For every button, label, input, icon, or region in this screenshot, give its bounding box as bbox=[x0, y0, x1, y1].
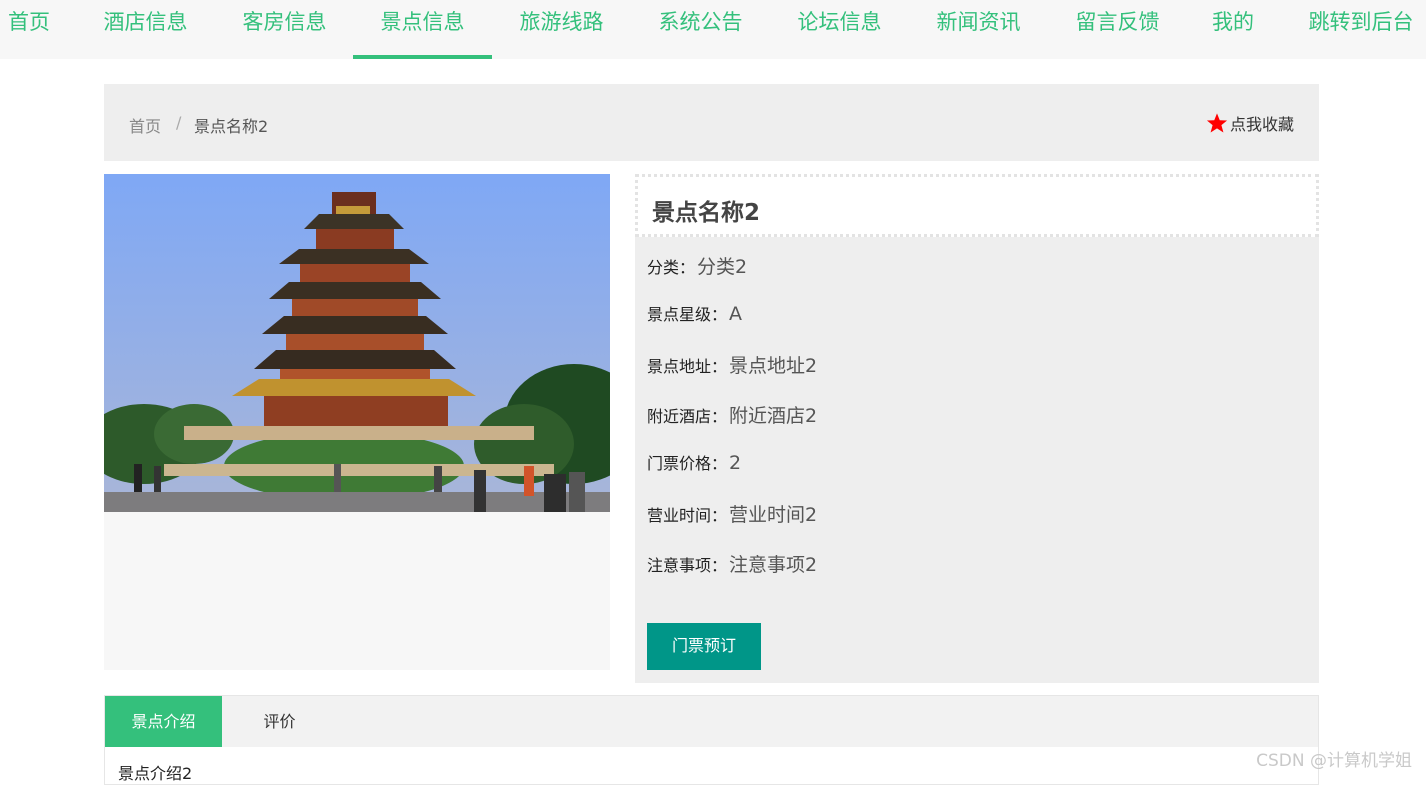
title-box: 景点名称2 bbox=[635, 174, 1319, 237]
field-value: 注意事项2 bbox=[729, 554, 818, 576]
favorite-button[interactable]: 点我收藏 bbox=[1206, 111, 1294, 135]
breadcrumb: 首页 / 景点名称2 点我收藏 bbox=[104, 84, 1319, 161]
breadcrumb-home[interactable]: 首页 bbox=[129, 113, 161, 137]
field-value: A bbox=[729, 303, 743, 325]
field-label: 景点星级： bbox=[647, 305, 728, 324]
field-value: 分类2 bbox=[697, 256, 748, 278]
breadcrumb-current: 景点名称2 bbox=[194, 117, 269, 136]
nav-item-backend[interactable]: 跳转到后台 bbox=[1296, 0, 1426, 59]
nav-item-home[interactable]: 首页 bbox=[0, 0, 58, 59]
field-value: 2 bbox=[729, 452, 742, 474]
field-nearby-hotel: 附近酒店： 附近酒店2 bbox=[647, 401, 817, 428]
nav-item-travel-route[interactable]: 旅游线路 bbox=[492, 0, 631, 59]
image-panel bbox=[104, 174, 610, 670]
watermark: CSDN @计算机学姐 bbox=[1256, 751, 1412, 771]
breadcrumb-separator: / bbox=[176, 113, 182, 132]
field-label: 营业时间： bbox=[647, 506, 728, 525]
field-ticket-price: 门票价格： 2 bbox=[647, 450, 741, 474]
tabs-section: 景点介绍 评价 景点介绍2 bbox=[104, 695, 1319, 785]
nav-item-mine[interactable]: 我的 bbox=[1187, 0, 1279, 59]
scenic-photo bbox=[104, 174, 610, 512]
nav-item-scenic-info[interactable]: 景点信息 bbox=[353, 0, 492, 59]
nav-item-hotel-info[interactable]: 酒店信息 bbox=[76, 0, 215, 59]
favorite-label: 点我收藏 bbox=[1229, 115, 1294, 134]
field-label: 景点地址： bbox=[647, 357, 728, 376]
field-label: 附近酒店： bbox=[647, 407, 728, 426]
field-value: 附近酒店2 bbox=[729, 405, 818, 427]
field-value: 营业时间2 bbox=[729, 504, 818, 526]
nav-item-news[interactable]: 新闻资讯 bbox=[909, 0, 1048, 59]
tab-introduction[interactable]: 景点介绍 bbox=[105, 696, 222, 747]
field-category: 分类： 分类2 bbox=[647, 252, 747, 279]
field-star-level: 景点星级： A bbox=[647, 301, 742, 325]
book-ticket-button[interactable]: 门票预订 bbox=[647, 623, 761, 670]
field-label: 分类： bbox=[647, 258, 696, 277]
field-value: 景点地址2 bbox=[729, 355, 818, 377]
star-icon bbox=[1206, 113, 1228, 133]
field-notes: 注意事项： 注意事项2 bbox=[647, 550, 817, 577]
field-address: 景点地址： 景点地址2 bbox=[647, 351, 817, 378]
field-label: 注意事项： bbox=[647, 556, 728, 575]
field-business-hours: 营业时间： 营业时间2 bbox=[647, 500, 817, 527]
nav-item-announcement[interactable]: 系统公告 bbox=[631, 0, 770, 59]
tab-content: 景点介绍2 bbox=[118, 764, 193, 783]
spot-title: 景点名称2 bbox=[652, 200, 761, 226]
nav-item-feedback[interactable]: 留言反馈 bbox=[1048, 0, 1187, 59]
nav-item-room-info[interactable]: 客房信息 bbox=[215, 0, 354, 59]
top-nav: 首页 酒店信息 客房信息 景点信息 旅游线路 系统公告 论坛信息 新闻资讯 留言… bbox=[0, 0, 1426, 59]
tab-bar: 景点介绍 评价 bbox=[105, 696, 1318, 747]
tab-reviews[interactable]: 评价 bbox=[222, 696, 337, 747]
info-panel: 景点名称2 分类： 分类2 景点星级： A 景点地址： 景点地址2 附近酒店： 附近酒店… bbox=[635, 174, 1319, 683]
nav-item-forum[interactable]: 论坛信息 bbox=[770, 0, 909, 59]
field-label: 门票价格： bbox=[647, 454, 728, 473]
